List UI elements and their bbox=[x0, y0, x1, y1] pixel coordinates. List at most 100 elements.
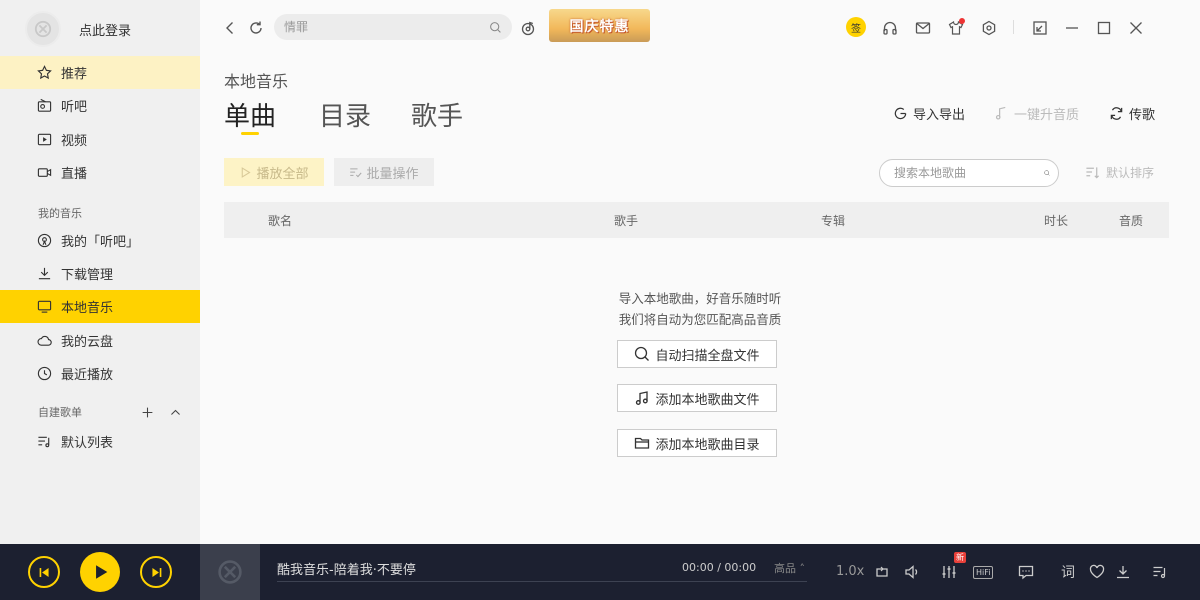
auto-scan-label: 自动扫描全盘文件 bbox=[655, 348, 760, 364]
playback-time: 00:00 / 00:00 bbox=[682, 561, 757, 574]
sidebar: 点此登录 推荐 听吧 视频 直播 我的音乐 我的「听吧」 下载管理 本地音乐 我… bbox=[0, 0, 200, 544]
avatar[interactable] bbox=[25, 11, 61, 47]
promo-banner[interactable]: 国庆特惠 bbox=[549, 9, 650, 42]
hifi-button[interactable]: HiFi bbox=[973, 566, 994, 579]
play-mode-button[interactable] bbox=[873, 563, 891, 581]
previous-track-button[interactable] bbox=[28, 556, 60, 588]
playlist-queue-button[interactable] bbox=[1151, 563, 1169, 581]
sidebar-item-downloads[interactable]: 下载管理 bbox=[0, 257, 200, 290]
new-badge: 新 bbox=[954, 552, 966, 563]
column-header-quality[interactable]: 音质 bbox=[1119, 212, 1143, 229]
messages-button[interactable] bbox=[913, 18, 933, 38]
skip-next-icon bbox=[151, 567, 161, 577]
sidebar-item-my-tingba[interactable]: 我的「听吧」 bbox=[0, 224, 200, 257]
sidebar-item-recommend[interactable]: 推荐 bbox=[0, 56, 200, 89]
sidebar-item-label: 视频 bbox=[61, 134, 88, 149]
sidebar-item-cloud[interactable]: 我的云盘 bbox=[0, 324, 200, 357]
sidebar-item-label: 默认列表 bbox=[61, 436, 114, 451]
headphones-button[interactable] bbox=[880, 18, 900, 38]
sign-in-coin[interactable]: 签 bbox=[846, 17, 866, 37]
play-pause-button[interactable] bbox=[80, 552, 120, 592]
search-icon[interactable] bbox=[1044, 165, 1050, 181]
sidebar-item-label: 我的云盘 bbox=[61, 335, 114, 350]
equalizer-button[interactable] bbox=[940, 563, 958, 581]
minimize-button[interactable] bbox=[1062, 18, 1082, 38]
batch-operation-button[interactable]: 批量操作 bbox=[334, 158, 434, 186]
chevron-up-icon bbox=[170, 409, 180, 415]
music-note-icon bbox=[995, 106, 1006, 120]
comments-button[interactable] bbox=[1017, 563, 1035, 581]
progress-bar[interactable] bbox=[277, 581, 807, 582]
tab-directories[interactable]: 目录 bbox=[319, 96, 371, 133]
back-button[interactable] bbox=[220, 18, 240, 38]
sidebar-item-live[interactable]: 直播 bbox=[0, 156, 200, 189]
column-header-artist[interactable]: 歌手 bbox=[614, 212, 638, 229]
play-icon bbox=[96, 565, 108, 579]
page-title: 本地音乐 bbox=[224, 72, 289, 91]
empty-state-line: 导入本地歌曲，好音乐随时听 bbox=[618, 291, 782, 306]
play-all-button[interactable]: 播放全部 bbox=[224, 158, 324, 186]
tab-artists[interactable]: 歌手 bbox=[411, 96, 463, 133]
local-search-input[interactable] bbox=[894, 166, 1044, 180]
minimize-icon bbox=[1066, 27, 1078, 29]
playlist-section-label: 自建歌单 bbox=[38, 406, 82, 419]
tab-songs[interactable]: 单曲 bbox=[224, 96, 276, 133]
column-header-duration[interactable]: 时长 bbox=[1044, 212, 1068, 229]
table-header: 歌名 歌手 专辑 时长 音质 bbox=[224, 202, 1169, 238]
auto-scan-button[interactable]: 自动扫描全盘文件 bbox=[617, 340, 777, 368]
sidebar-item-tingba[interactable]: 听吧 bbox=[0, 89, 200, 122]
like-button[interactable] bbox=[1088, 563, 1106, 581]
volume-icon bbox=[905, 565, 918, 579]
add-file-button[interactable]: 添加本地歌曲文件 bbox=[617, 384, 777, 412]
mini-mode-button[interactable] bbox=[1030, 18, 1050, 38]
settings-button[interactable] bbox=[979, 18, 999, 38]
radio-icon bbox=[36, 98, 52, 114]
add-playlist-button[interactable] bbox=[139, 404, 155, 420]
sidebar-item-label: 直播 bbox=[61, 167, 88, 182]
import-export-icon bbox=[894, 107, 907, 120]
volume-button[interactable] bbox=[903, 563, 921, 581]
sidebar-item-label: 本地音乐 bbox=[61, 301, 114, 316]
quality-selector[interactable]: 高品 ˄ bbox=[774, 560, 805, 576]
add-directory-button[interactable]: 添加本地歌曲目录 bbox=[617, 429, 777, 457]
heart-icon bbox=[1089, 564, 1105, 579]
playlist-icon bbox=[1153, 566, 1166, 579]
equalizer-icon bbox=[942, 566, 956, 578]
download-button[interactable] bbox=[1114, 563, 1132, 581]
upgrade-quality-label: 一键升音质 bbox=[1014, 108, 1080, 123]
sidebar-item-label: 推荐 bbox=[61, 67, 88, 82]
sidebar-item-local-music[interactable]: 本地音乐 bbox=[0, 290, 200, 323]
sidebar-item-recent[interactable]: 最近播放 bbox=[0, 357, 200, 390]
upgrade-quality-button[interactable]: 一键升音质 bbox=[994, 104, 1079, 123]
play-icon bbox=[242, 166, 252, 178]
sort-button[interactable]: 默认排序 bbox=[1085, 164, 1154, 181]
add-directory-label: 添加本地歌曲目录 bbox=[655, 437, 760, 453]
music-recognize-icon bbox=[521, 21, 535, 36]
column-header-title[interactable]: 歌名 bbox=[268, 212, 292, 229]
local-search-bar[interactable] bbox=[879, 159, 1059, 187]
transfer-songs-button[interactable]: 传歌 bbox=[1109, 104, 1155, 123]
login-label[interactable]: 点此登录 bbox=[79, 20, 131, 39]
login-area[interactable]: 点此登录 bbox=[25, 11, 131, 47]
search-bar[interactable] bbox=[274, 14, 512, 40]
column-header-album[interactable]: 专辑 bbox=[821, 212, 845, 229]
refresh-button[interactable] bbox=[246, 18, 266, 38]
album-cover[interactable] bbox=[200, 544, 260, 600]
kuwo-logo-icon bbox=[218, 560, 242, 584]
collapse-playlists-button[interactable] bbox=[167, 404, 183, 420]
search-icon[interactable] bbox=[489, 21, 502, 34]
search-input[interactable] bbox=[284, 20, 489, 34]
import-export-button[interactable]: 导入导出 bbox=[893, 104, 965, 123]
cloud-icon bbox=[36, 333, 52, 349]
close-button[interactable] bbox=[1126, 18, 1146, 38]
playback-speed-button[interactable]: 1.0x bbox=[836, 564, 864, 579]
listen-recognize-button[interactable] bbox=[518, 18, 538, 38]
sidebar-item-default-playlist[interactable]: 默认列表 bbox=[0, 425, 200, 458]
next-track-button[interactable] bbox=[140, 556, 172, 588]
empty-state-line: 我们将自动为您匹配高品音质 bbox=[618, 312, 782, 327]
maximize-button[interactable] bbox=[1094, 18, 1114, 38]
sidebar-item-video[interactable]: 视频 bbox=[0, 123, 200, 156]
lyrics-button[interactable]: 词 bbox=[1059, 563, 1077, 581]
now-playing-title[interactable]: 酷我音乐-陪着我·不要停 bbox=[277, 559, 416, 578]
music-note-icon bbox=[636, 391, 649, 405]
